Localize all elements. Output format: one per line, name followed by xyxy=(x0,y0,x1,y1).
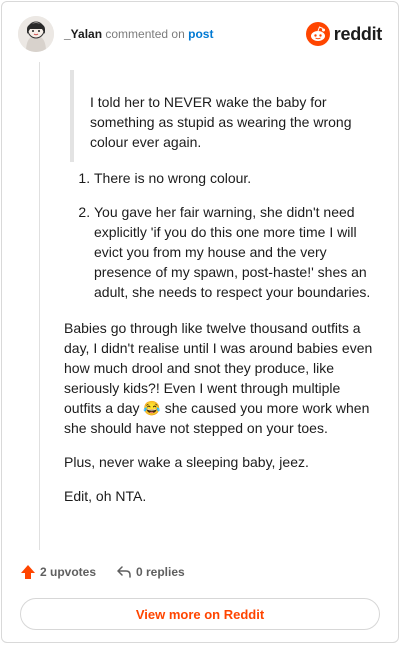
avatar-illustration xyxy=(18,16,54,52)
reddit-logo[interactable]: reddit xyxy=(305,21,383,47)
post-link[interactable]: post xyxy=(188,27,213,41)
byline: _Yalan commented on post xyxy=(64,27,213,41)
numbered-list: There is no wrong colour. You gave her f… xyxy=(64,168,380,302)
paragraph: Edit, oh NTA. xyxy=(64,488,147,504)
reply-button[interactable]: 0 replies xyxy=(116,564,185,580)
comment-header: _Yalan commented on post reddit xyxy=(18,16,382,56)
blockquote-text: I told her to NEVER wake the baby for so… xyxy=(90,94,352,150)
reply-count: 0 replies xyxy=(136,565,185,579)
username-link[interactable]: _Yalan xyxy=(64,27,102,41)
paragraph: Babies go through like twelve thousand o… xyxy=(64,318,380,438)
reddit-wordmark: reddit xyxy=(333,23,383,44)
thread-line xyxy=(39,62,40,550)
blockquote-bar xyxy=(70,70,74,162)
comment-card: _Yalan commented on post reddit I told h xyxy=(1,1,399,643)
upvote-button[interactable]: 2 upvotes xyxy=(20,564,96,580)
byline-action: commented on xyxy=(105,27,185,41)
laughing-emoji-icon: 😂 xyxy=(143,400,161,416)
upvote-arrow-icon xyxy=(21,565,35,579)
blockquote: I told her to NEVER wake the baby for so… xyxy=(64,70,380,162)
reddit-snoo-icon xyxy=(305,22,330,46)
list-item: There is no wrong colour. xyxy=(94,168,380,188)
reply-arrow-icon xyxy=(117,566,131,578)
upvote-count: 2 upvotes xyxy=(40,565,97,579)
comment-footer: 2 upvotes 0 replies xyxy=(20,562,380,586)
comment-body: I told her to NEVER wake the baby for so… xyxy=(64,70,380,520)
view-more-button[interactable]: View more on Reddit xyxy=(20,598,380,630)
paragraph: Plus, never wake a sleeping baby, jeez. xyxy=(64,454,309,470)
list-item: You gave her fair warning, she didn't ne… xyxy=(94,202,380,302)
avatar[interactable] xyxy=(18,16,54,52)
